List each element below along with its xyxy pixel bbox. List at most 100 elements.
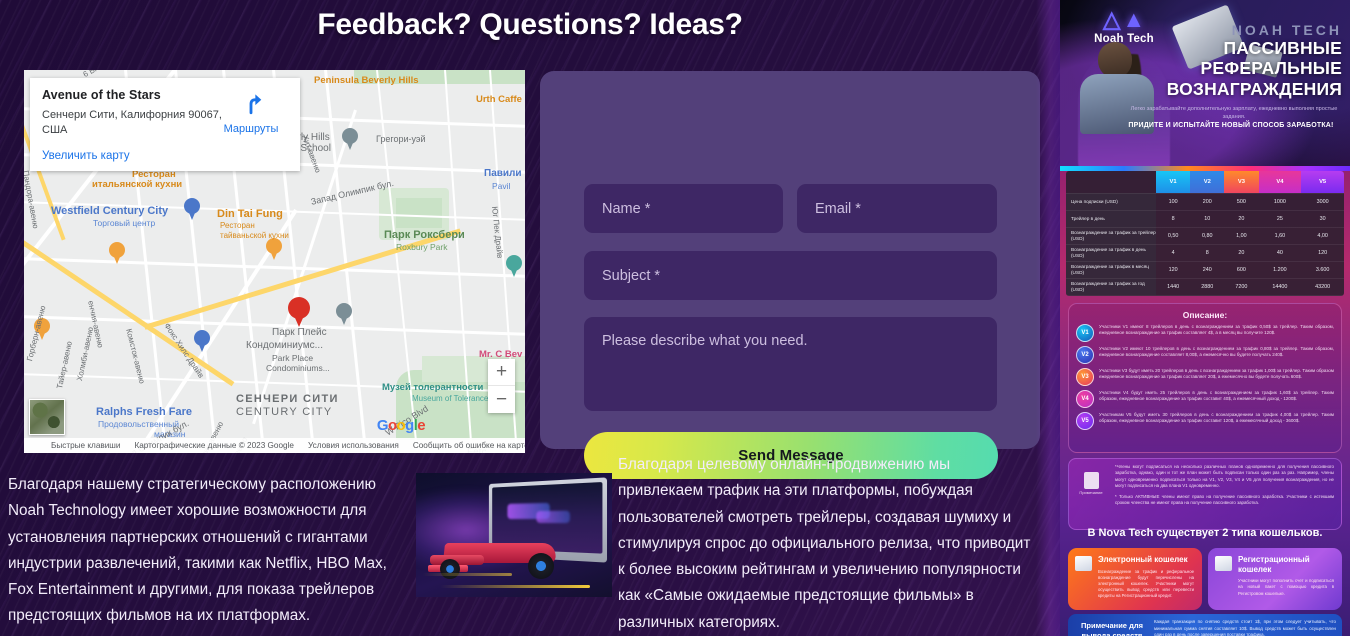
description-text: Участники V3 будут иметь 20 трейлеров в … [1099,368,1334,380]
cell: 7200 [1224,278,1259,296]
map-label: Павили [484,168,522,179]
cell: 600 [1224,261,1259,279]
description-text: Участникам V5 будут иметь 30 трейлеров в… [1099,412,1334,424]
map-label: Din Tai Fung [217,208,283,220]
map-label: Ralphs Fresh Fare [96,406,192,418]
map-label: Грегори-уэй [376,134,426,144]
map-label: СЕНЧЕРИ СИТИ [236,393,339,405]
table-row: Трейлер в день 8 10 20 25 30 [1066,210,1344,228]
table-corner-cell [1066,171,1156,194]
contact-form-panel: Send Message [540,71,1040,479]
note-panel: Примечание *Члены могут подписаться на н… [1068,458,1342,530]
map-label: итальянской кухни [92,179,183,190]
cell: 4,00 [1301,227,1344,245]
note-tag: Примечание [1074,472,1108,496]
cell: 10 [1190,210,1225,228]
description-text: Участники V1 имеют 8 трейлеров в день с … [1099,324,1334,336]
description-item: V5 Участникам V5 будут иметь 30 трейлеро… [1076,412,1334,430]
map-zoom-controls[interactable]: + − [488,359,515,413]
map-footer-report[interactable]: Сообщить об ошибке на карте [413,441,525,450]
map-label: Тайер-авеню [55,340,74,390]
table-col-v2: V2 [1190,171,1225,194]
bottom-paragraph-left: Благодаря нашему стратегическому располо… [8,476,387,625]
cell: 1,00 [1224,227,1259,245]
email-input[interactable] [797,184,997,233]
description-item: V1 Участники V1 имеют 8 трейлеров в день… [1076,324,1334,342]
cell: 25 [1258,210,1302,228]
cell: 3.600 [1301,261,1344,279]
cell: 1000 [1258,193,1302,211]
tier-badge-v1: V1 [1076,324,1094,342]
map-info-card[interactable]: Avenue of the Stars Сенчери Сити, Калифо… [30,78,300,171]
cell: 0,50 [1156,227,1191,245]
hero-title-line-2: РЕФЕРАЛЬНЫЕ [1200,58,1342,79]
register-wallet-icon [1215,556,1232,571]
hero-title-line-1: ПАССИВНЫЕ [1223,38,1342,58]
map-pin-poi[interactable] [194,330,210,352]
map-park-area [396,198,442,228]
table-col-v4: V4 [1258,171,1302,194]
map-pin-poi[interactable] [336,303,352,325]
main-content-area: Feedback? Questions? Ideas? Peninsula Be… [0,0,1060,636]
directions-button[interactable]: Маршруты [214,90,288,135]
map-footer-terms[interactable]: Условия использования [308,441,399,450]
map-pin-poi[interactable] [184,198,200,220]
row-label: Вознаграждение за трафик в день (USD) [1066,244,1156,262]
map-label: Roxbury Park [396,242,448,252]
cell: 120 [1301,244,1344,262]
pricing-table: V1 V2 V3 V4 V5 Цена подписки (USD) 100 2… [1066,171,1344,296]
map-card-zoom-link[interactable]: Увеличить карту [42,150,288,162]
map-card-address: Сенчери Сити, Калифорния 90067, США [42,109,222,136]
map-zoom-out-button[interactable]: − [488,386,515,413]
wallet-title: Электронный кошелек [1098,555,1188,564]
row-label: Вознаграждение за трафик в месяц (USD) [1066,261,1156,279]
cell: 30 [1301,210,1344,228]
map-label: Парк Плейс [272,327,327,338]
map-label: Urth Caffe B [476,94,525,105]
map-zoom-in-button[interactable]: + [488,359,515,386]
cell: 1.200 [1258,261,1302,279]
light-streak [422,573,512,576]
tier-badge-v3: V3 [1076,368,1094,386]
google-logo: Google [376,417,426,434]
map-label: Pavil [492,181,511,191]
map-pin-poi[interactable] [109,242,125,264]
description-text: Участники V4 будут иметь 25 трейлеров в … [1099,390,1334,402]
page-title: Feedback? Questions? Ideas? [317,8,743,41]
map-label: Condominiums... [266,363,330,373]
map-pin-selected[interactable] [288,297,310,327]
directions-arrow-icon [249,94,262,115]
google-map[interactable]: Peninsula Beverly Hills Urth Caffe B Рес… [24,70,525,453]
map-footer-shortcuts[interactable]: Быстрые клавиши [51,441,120,450]
table-col-v1: V1 [1156,171,1191,194]
map-pin-poi[interactable] [506,255,522,277]
map-footer-bar: Быстрые клавиши Картографические данные … [24,438,525,453]
hero-cta-text: ПРИДИТЕ И ИСПЫТАЙТЕ НОВЫЙ СПОСОБ ЗАРАБОТ… [1128,122,1334,129]
hero-kicker: NOAH TECH [1231,22,1342,38]
map-label: Парк Роксбери [384,229,465,241]
cell: 2880 [1190,278,1225,296]
name-input[interactable] [584,184,783,233]
message-textarea[interactable] [584,317,997,411]
note-icon [1083,472,1099,489]
cell: 200 [1190,193,1225,211]
map-pin-poi[interactable] [266,238,282,260]
table-row: Вознаграждение за трафик за трейлер (USD… [1066,227,1344,245]
cell: 8 [1156,210,1191,228]
wallet-icon [1075,556,1092,571]
map-label: Торговый центр [93,218,156,228]
hero-title-line-3: ВОЗНАГРАЖДЕНИЯ [1166,78,1342,99]
map-pin-poi[interactable] [342,128,358,150]
wallet-card-electronic: Электронный кошелек Вознаграждение за тр… [1068,548,1202,610]
table-col-v5: V5 [1301,171,1344,194]
table-row: Цена подписки (USD) 100 200 500 1000 300… [1066,193,1344,211]
subject-input[interactable] [584,251,997,300]
map-label: Музей толерантности [382,382,484,393]
row-label: Вознаграждение за трафик за год (USD) [1066,278,1156,296]
map-label: Кондоминиумс... [246,340,323,351]
cell: 14400 [1258,278,1302,296]
wallets-title: В Nova Tech существует 2 типа кошельков. [1087,527,1323,539]
withdrawal-note-title: Примечание для вывода средств [1081,621,1143,636]
map-satellite-thumbnail[interactable] [29,399,65,435]
page-root: Feedback? Questions? Ideas? Peninsula Be… [0,0,1350,636]
